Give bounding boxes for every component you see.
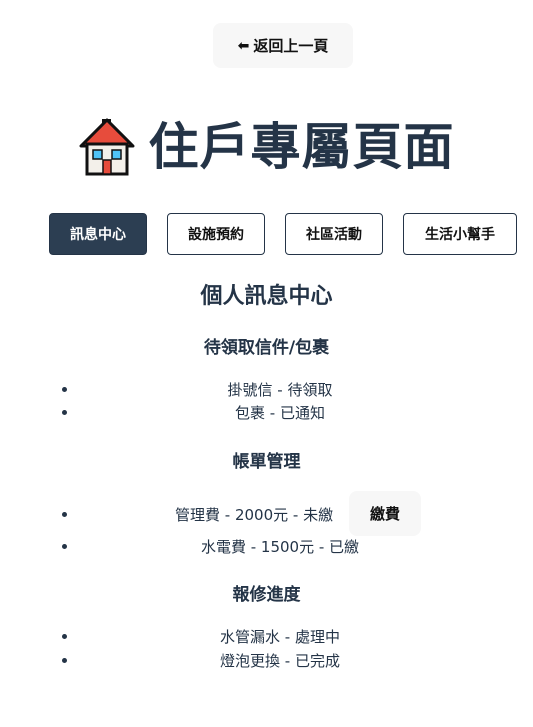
- list-item: 掛號信 - 待領取: [0, 378, 533, 402]
- back-button[interactable]: ⬅ 返回上一頁: [213, 23, 353, 68]
- list-item: 管理費 - 2000元 - 未繳: [0, 503, 533, 527]
- page-header: 住戶專屬頁面: [0, 112, 533, 182]
- back-button-label: 返回上一頁: [253, 37, 329, 55]
- mail-heading: 待領取信件/包裹: [203, 338, 330, 358]
- bullet-icon: [62, 410, 67, 415]
- list-item-text: 水電費 - 1500元 - 已繳: [200, 538, 360, 556]
- list-item-text: 包裹 - 已通知: [235, 404, 325, 422]
- arrow-left-icon: ⬅: [237, 37, 250, 54]
- list-item-text: 燈泡更換 - 已完成: [220, 652, 340, 670]
- bullet-icon: [62, 387, 67, 392]
- section-title: 個人訊息中心: [200, 284, 333, 309]
- list-item: 包裹 - 已通知: [0, 401, 533, 425]
- repairs-heading: 報修進度: [232, 585, 301, 605]
- house-icon: [79, 118, 134, 176]
- bills-heading: 帳單管理: [232, 452, 301, 472]
- list-item-text: 水管漏水 - 處理中: [220, 628, 340, 646]
- list-item: 燈泡更換 - 已完成: [0, 649, 533, 673]
- tab-message-center[interactable]: 訊息中心: [49, 213, 147, 255]
- tab-life-helper[interactable]: 生活小幫手: [403, 213, 517, 255]
- bullet-icon: [62, 658, 67, 663]
- tab-facility-booking[interactable]: 設施預約: [167, 213, 265, 255]
- list-item: 水管漏水 - 處理中: [0, 625, 533, 649]
- bullet-icon: [62, 544, 67, 549]
- bullet-icon: [62, 512, 67, 517]
- list-item-text: 掛號信 - 待領取: [227, 381, 333, 399]
- page-title: 住戶專屬頁面: [148, 118, 455, 176]
- tab-community-events[interactable]: 社區活動: [285, 213, 383, 255]
- pay-button[interactable]: 繳費: [349, 491, 421, 536]
- list-item: 水電費 - 1500元 - 已繳: [0, 535, 533, 559]
- bullet-icon: [62, 634, 67, 639]
